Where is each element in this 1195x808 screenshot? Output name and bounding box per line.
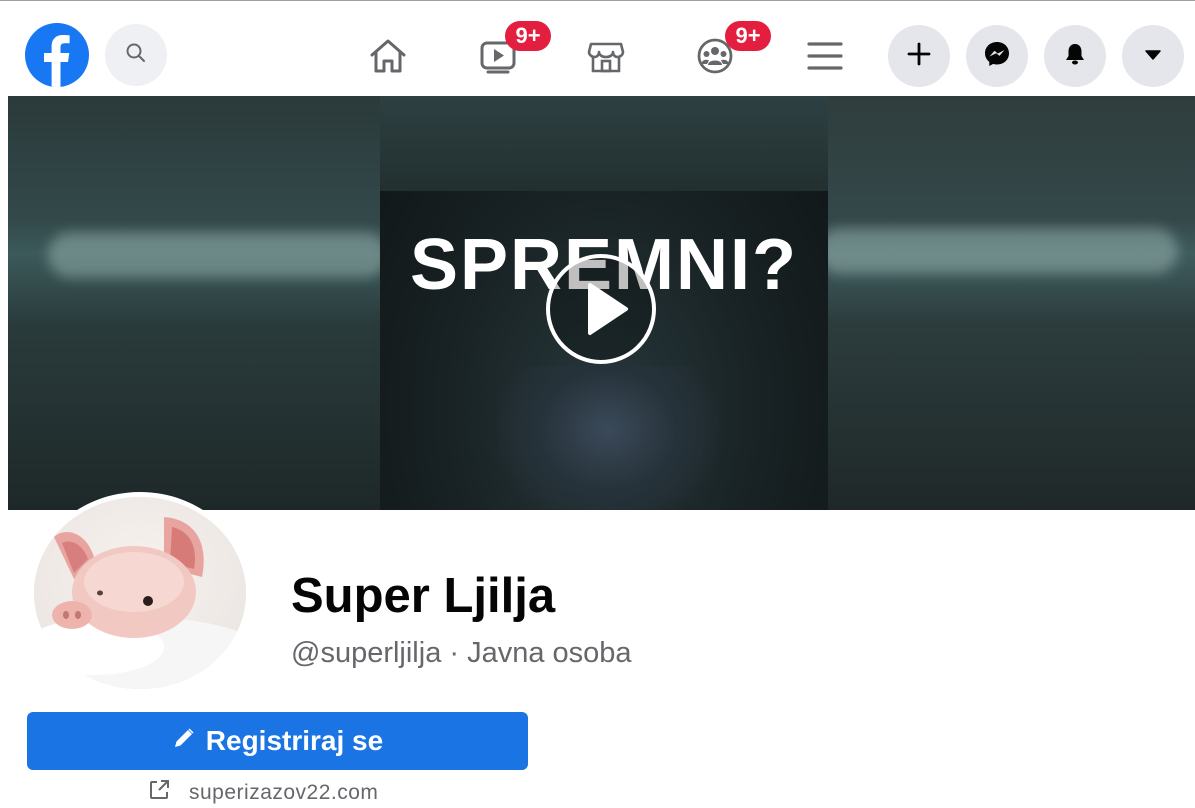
cover-video-frame: SPREMNI? (380, 96, 828, 510)
top-navigation-bar: 9+ 9+ (0, 1, 1195, 96)
nav-marketplace-tab[interactable] (578, 31, 634, 85)
external-link-icon (147, 778, 171, 808)
search-icon (124, 41, 148, 70)
cover-video[interactable]: SPREMNI? (8, 96, 1195, 510)
nav-menu-tab[interactable] (797, 31, 853, 85)
profile-handle-category: @superljilja · Javna osoba (291, 637, 632, 669)
profile-picture[interactable] (34, 497, 246, 689)
home-icon (366, 34, 410, 83)
play-button[interactable] (546, 254, 656, 364)
marketplace-icon (584, 34, 628, 83)
watch-notification-badge: 9+ (505, 21, 551, 51)
groups-notification-badge: 9+ (725, 21, 771, 51)
play-icon (550, 283, 652, 364)
website-link[interactable]: superizazov22.com (147, 779, 378, 807)
create-button[interactable] (888, 25, 950, 87)
pencil-icon (172, 725, 196, 757)
menu-icon (803, 34, 847, 83)
plus-icon (906, 41, 932, 72)
register-button[interactable]: Registriraj se (27, 712, 528, 770)
website-url[interactable]: superizazov22.com (189, 781, 378, 805)
account-menu-button[interactable] (1122, 25, 1184, 87)
profile-name: Super Ljilja (291, 569, 556, 623)
cover-left-blur (8, 96, 388, 510)
register-button-label: Registriraj se (205, 725, 384, 756)
facebook-logo-icon[interactable] (25, 23, 89, 87)
caret-down-icon (1142, 43, 1164, 70)
athlete-figure (498, 366, 718, 510)
search-button[interactable] (105, 24, 167, 86)
messenger-button[interactable] (966, 25, 1028, 87)
nav-home-tab[interactable] (360, 31, 416, 85)
messenger-icon (983, 40, 1011, 73)
notifications-button[interactable] (1044, 25, 1106, 87)
cover-right-blur (818, 96, 1195, 510)
bell-icon (1062, 41, 1088, 72)
